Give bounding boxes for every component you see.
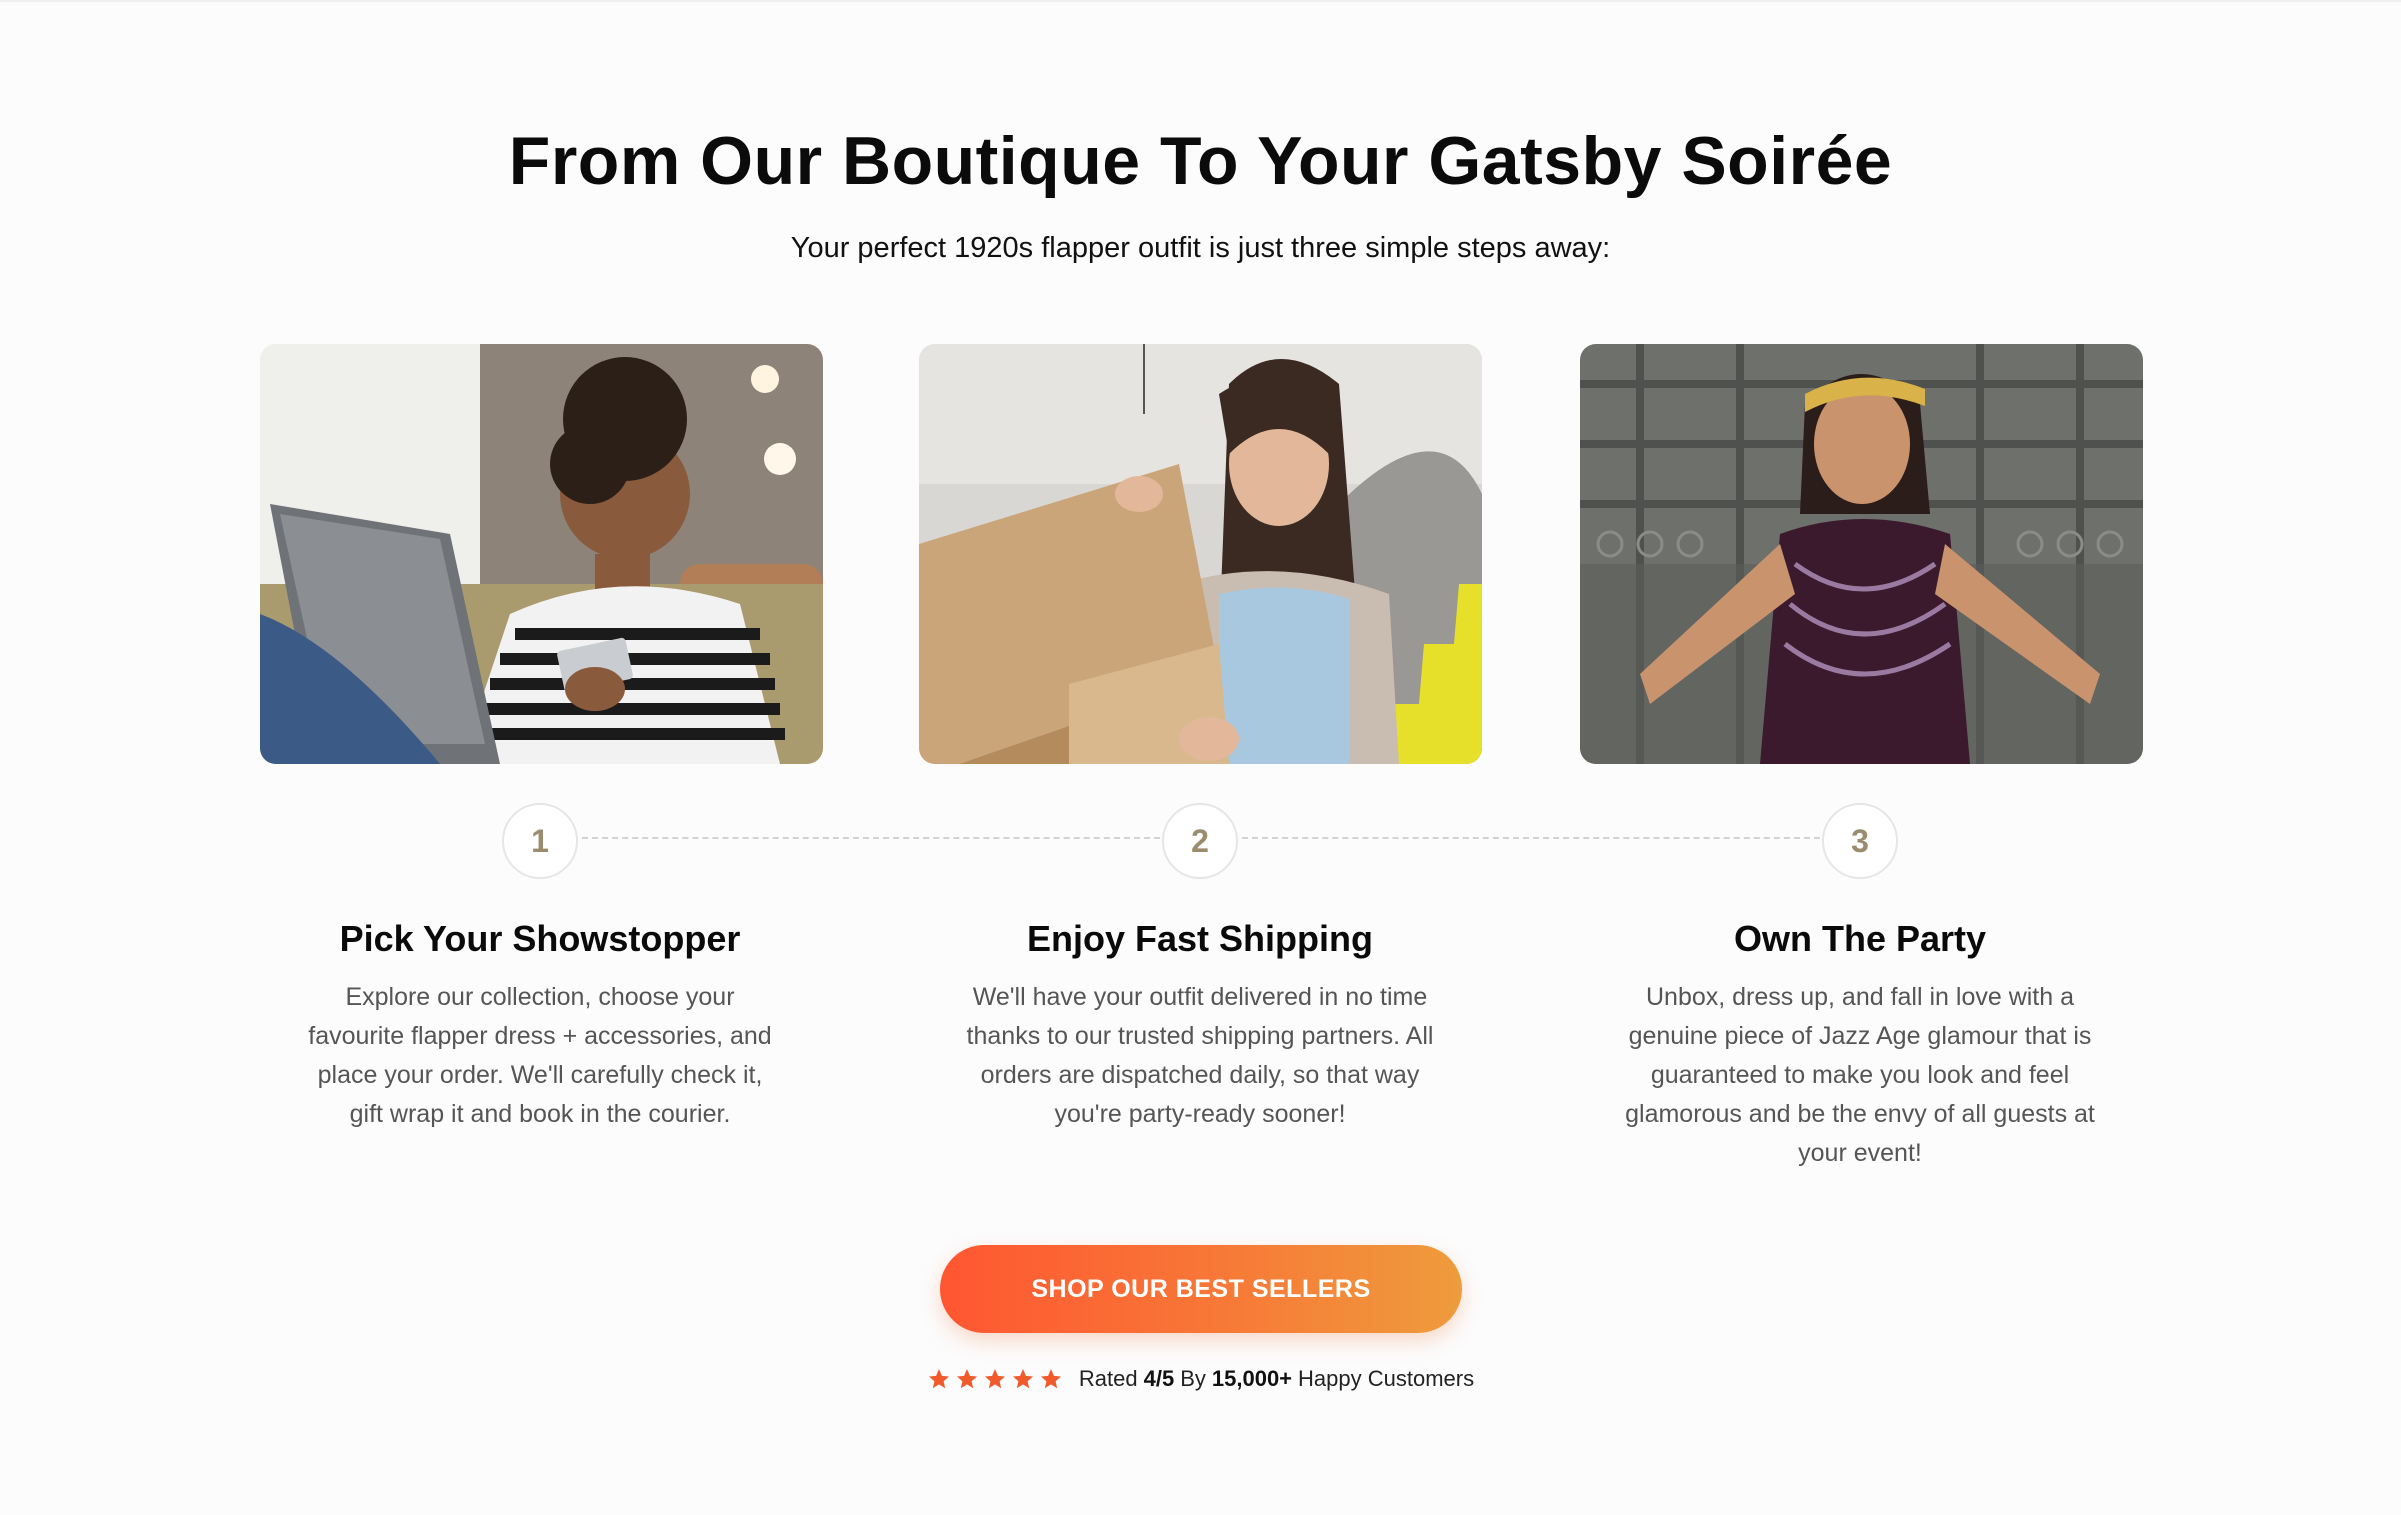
step-2-description: We'll have your outfit delivered in no t… bbox=[966, 983, 1434, 1128]
rating-prefix: Rated bbox=[1078, 1366, 1138, 1391]
step-1-number: 1 bbox=[502, 803, 578, 879]
step-1-title: Pick Your Showstopper bbox=[339, 918, 741, 959]
step-connector-1-2 bbox=[582, 837, 1160, 839]
step-2-title: Enjoy Fast Shipping bbox=[1026, 918, 1373, 959]
rating-score: 4/5 bbox=[1143, 1366, 1175, 1391]
step-2-number: 2 bbox=[1162, 803, 1238, 879]
star-icon bbox=[956, 1369, 977, 1389]
rating-suffix: Happy Customers bbox=[1298, 1366, 1475, 1391]
star-icon bbox=[984, 1369, 1005, 1389]
step-3-image bbox=[1580, 344, 2143, 764]
step-connector-2-3 bbox=[1242, 837, 1820, 839]
top-divider bbox=[0, 0, 2401, 2]
star-icon bbox=[1012, 1369, 1033, 1389]
step-1-description: Explore our collection, choose your favo… bbox=[308, 983, 772, 1128]
rating-count: 15,000+ bbox=[1211, 1366, 1293, 1391]
section-title: From Our Boutique To Your Gatsby Soirée bbox=[508, 123, 1893, 199]
step-3-number: 3 bbox=[1822, 803, 1898, 879]
star-icon bbox=[1040, 1369, 1061, 1389]
star-icon bbox=[928, 1369, 949, 1389]
step-1-image bbox=[260, 344, 823, 764]
rating-stars bbox=[927, 1367, 1063, 1391]
customer-rating: Rated 4/5 By 15,000+ Happy Customers bbox=[0, 1366, 2401, 1392]
step-2-image bbox=[919, 344, 1482, 764]
step-3-title: Own The Party bbox=[1733, 918, 1987, 959]
step-3-description: Unbox, dress up, and fall in love with a… bbox=[1625, 983, 2095, 1167]
shop-best-sellers-button[interactable]: SHOP OUR BEST SELLERS bbox=[940, 1245, 1462, 1333]
rating-by: By bbox=[1180, 1366, 1206, 1391]
section-subtitle: Your perfect 1920s flapper outfit is jus… bbox=[790, 232, 1611, 264]
